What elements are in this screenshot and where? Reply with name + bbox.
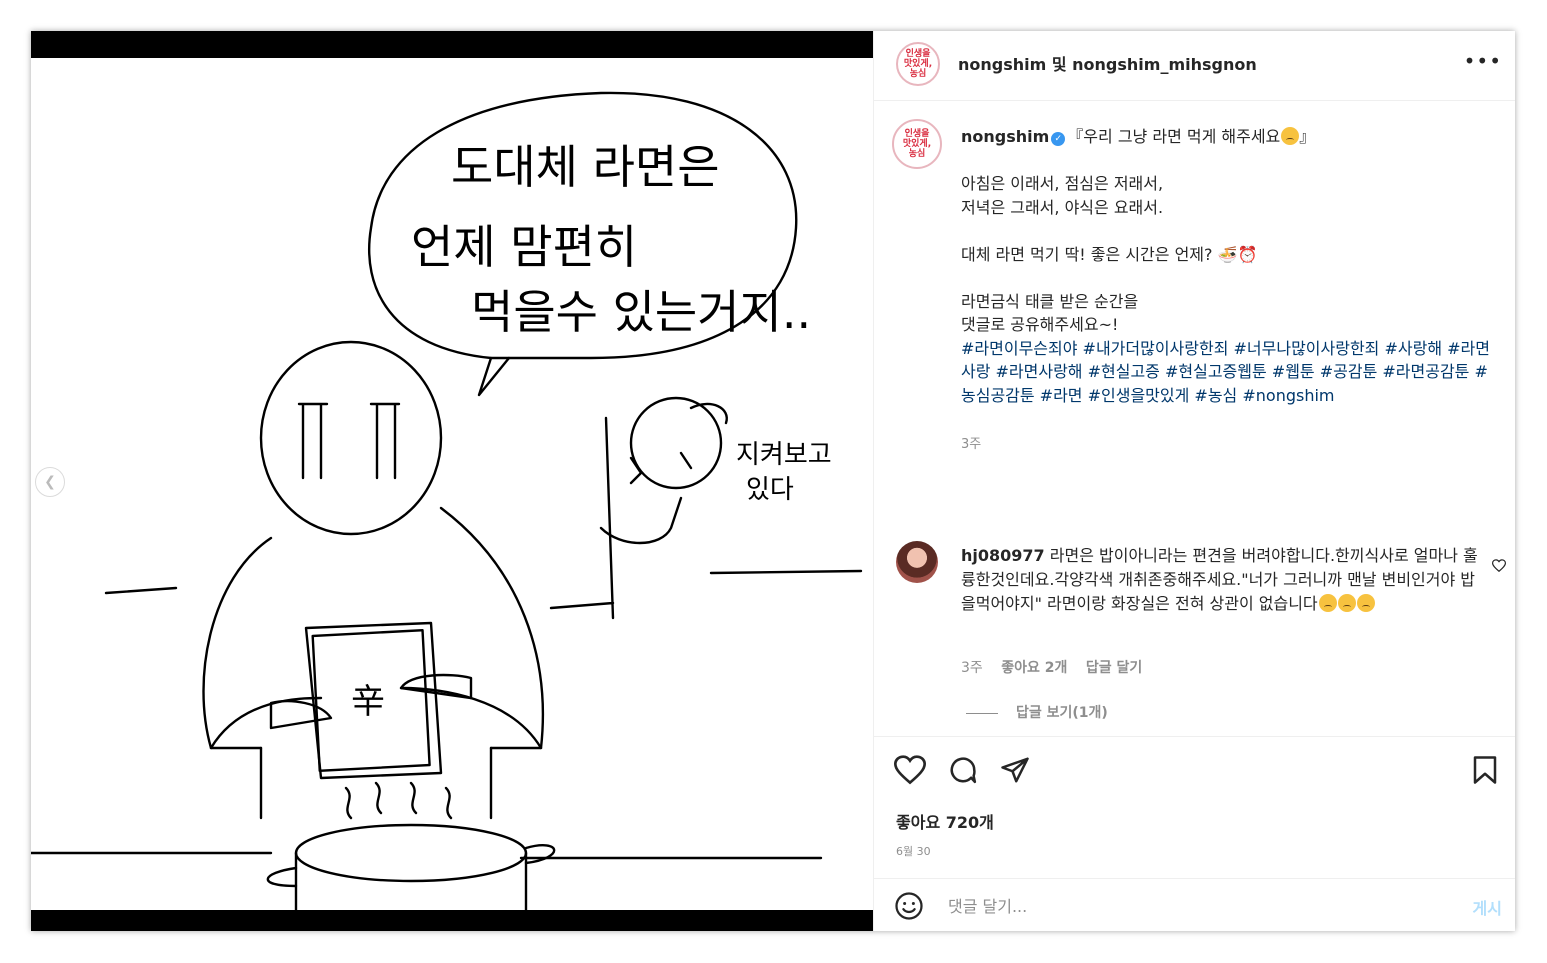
side-text-1: 지켜보고 <box>736 440 832 470</box>
sad-face-emoji-icon <box>1318 594 1337 612</box>
sad-face-emoji-icon <box>1281 127 1300 145</box>
view-replies-button[interactable]: 답글 보기(1개) <box>966 702 1108 722</box>
peeking-face <box>629 396 723 490</box>
comment-meta: 3주 좋아요 2개 답글 달기 <box>961 657 1156 677</box>
post-header: 인생을 맛있게, 농심 nongshim 및 nongshim_mihsgnon •… <box>874 31 1515 101</box>
caption-title-end: 』 <box>1299 127 1316 146</box>
emoji-smile-icon[interactable] <box>894 891 924 925</box>
comment-heart-icon[interactable] <box>1491 559 1507 577</box>
character-head <box>259 340 443 536</box>
speech-line-2: 언제 맘편히 <box>411 220 637 274</box>
post-side-panel: 인생을 맛있게, 농심 nongshim 및 nongshim_mihsgnon •… <box>873 31 1515 931</box>
side-text-2: 있다 <box>746 475 794 505</box>
commenter-avatar[interactable] <box>896 541 938 583</box>
reply-button[interactable]: 답글 달기 <box>1086 660 1142 676</box>
post-actions: 좋아요 720개 6월 30 <box>874 736 1515 878</box>
comment-composer: 게시 <box>874 878 1515 931</box>
like-heart-icon[interactable] <box>893 755 927 789</box>
share-paper-plane-icon[interactable] <box>1000 755 1030 789</box>
logo-text: 인생을 맛있게, 농심 <box>903 49 933 79</box>
pot <box>294 823 528 883</box>
like-count[interactable]: 좋아요 720개 <box>896 809 994 833</box>
comic-image: 도대체 라면은 언제 맘편히 먹을수 있는거지.. 지켜보고 있다 辛 <box>31 58 873 910</box>
packet-text: 辛 <box>351 682 385 722</box>
post-media: 도대체 라면은 언제 맘편히 먹을수 있는거지.. 지켜보고 있다 辛 ❮ <box>31 31 873 931</box>
speech-line-1: 도대체 라면은 <box>451 140 720 194</box>
view-replies-label: 답글 보기(1개) <box>1016 705 1108 721</box>
sad-face-emoji-icon <box>1356 594 1375 612</box>
post-dialog: 도대체 라면은 언제 맘편히 먹을수 있는거지.. 지켜보고 있다 辛 ❮ 인생… <box>31 31 1515 931</box>
bookmark-icon[interactable] <box>1472 755 1498 789</box>
post-button[interactable]: 게시 <box>1473 895 1502 919</box>
caption-hashtags[interactable]: #라면이무슨죄야 #내가더많이사랑한죄 #너무나많이사랑한죄 #사랑해 #라면사… <box>961 339 1490 405</box>
sad-face-emoji-icon <box>1337 594 1356 612</box>
caption-body: 아침은 이래서, 점심은 저래서, 저녁은 그래서, 야식은 요래서. 대체 라… <box>961 174 1258 334</box>
caption-title: 『우리 그냥 라면 먹게 해주세요 <box>1067 127 1281 146</box>
verified-badge-icon: ✓ <box>1051 132 1066 146</box>
caption-section: 인생을 맛있게, 농심 nongshim ✓ 『우리 그냥 라면 먹게 해주세요 』 아침… <box>874 101 1515 737</box>
post-date[interactable]: 6월 30 <box>896 843 931 859</box>
comment-input[interactable] <box>946 893 1430 919</box>
header-avatar[interactable]: 인생을 맛있게, 농심 <box>896 42 940 86</box>
caption-avatar[interactable]: 인생을 맛있게, 농심 <box>892 119 942 169</box>
logo-text: 인생을 맛있게, 농심 <box>902 129 932 159</box>
comment-username[interactable]: hj080977 <box>961 546 1045 565</box>
caption-time[interactable]: 3주 <box>961 437 981 452</box>
comic-drawing: 도대체 라면은 언제 맘편히 먹을수 있는거지.. 지켜보고 있다 辛 <box>31 91 863 910</box>
comment-text: hj080977 라면은 밥이아니라는 편견을 버려야합니다.한끼식사로 얼마나… <box>961 544 1481 616</box>
more-icon[interactable]: ••• <box>1464 49 1502 73</box>
comment-time[interactable]: 3주 <box>961 660 983 676</box>
caption-username[interactable]: nongshim <box>961 127 1049 146</box>
comment-bubble-icon[interactable] <box>948 755 978 789</box>
replies-divider <box>966 712 998 714</box>
caption-text: nongshim ✓ 『우리 그냥 라면 먹게 해주세요 』 아침은 이래서, 점심은… <box>961 125 1491 456</box>
header-usernames[interactable]: nongshim 및 nongshim_mihsgnon <box>958 51 1257 75</box>
chevron-left-icon[interactable]: ❮ <box>35 467 65 497</box>
comment-likes[interactable]: 좋아요 2개 <box>1001 660 1067 676</box>
speech-line-3: 먹을수 있는거지.. <box>471 285 811 339</box>
